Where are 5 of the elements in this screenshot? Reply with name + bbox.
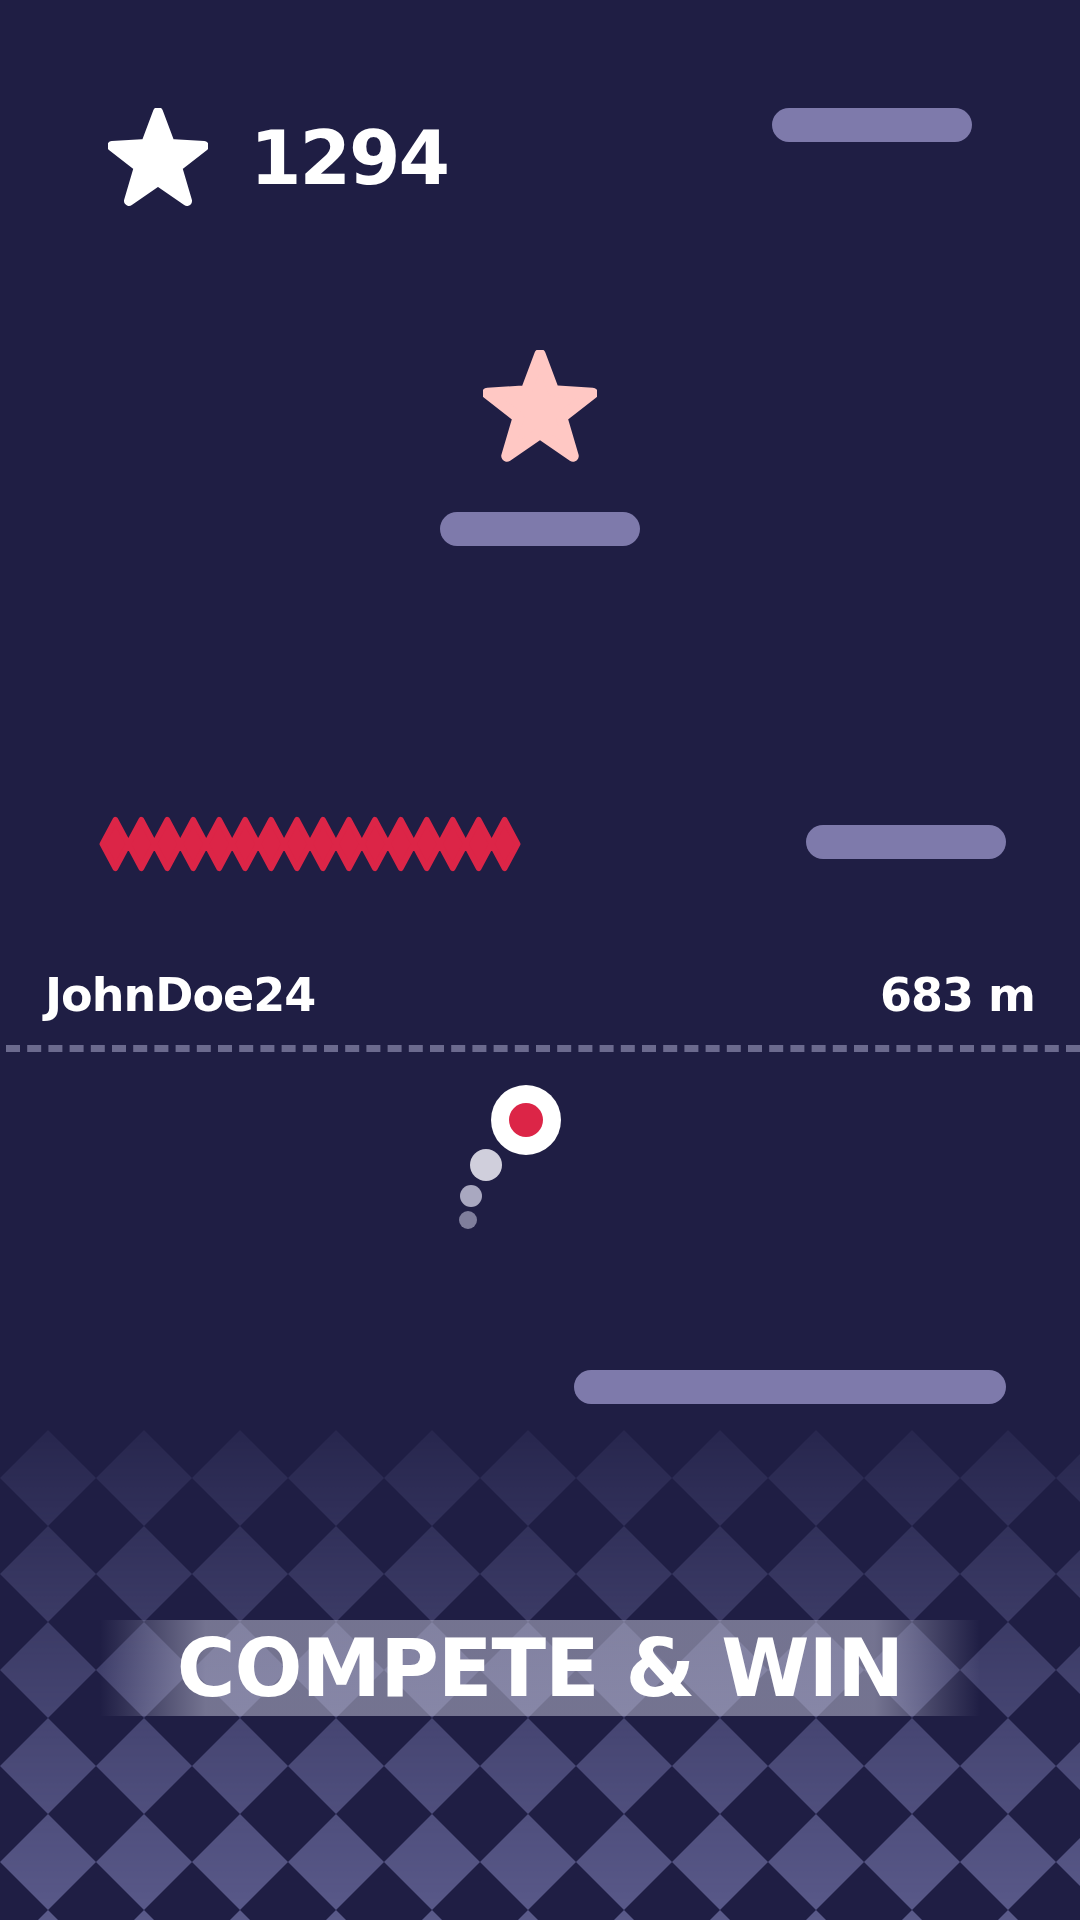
distance-value: 683 m — [880, 968, 1035, 1022]
star-icon — [483, 350, 597, 464]
banner-title: COMPETE & WIN — [176, 1621, 904, 1715]
star-icon — [108, 108, 208, 208]
score-counter: 1294 — [250, 115, 448, 201]
